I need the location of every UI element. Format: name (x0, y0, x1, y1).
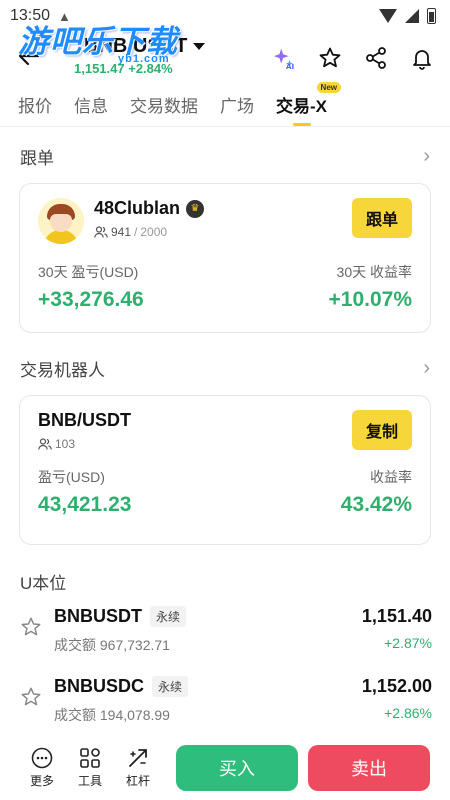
tab-trading-data[interactable]: 交易数据 (130, 84, 198, 126)
signal-icon (405, 9, 419, 23)
bot-pair: BNB/USDT (38, 410, 131, 430)
sell-button[interactable]: 卖出 (308, 745, 431, 791)
tab-info[interactable]: 信息 (74, 84, 108, 126)
u-margin-title: U本位 (20, 574, 67, 593)
leverage-icon (127, 747, 149, 769)
more-button[interactable]: 更多 (30, 747, 54, 789)
market-volume: 成交额 194,078.99 (54, 707, 170, 723)
bot-users-count: 103 (55, 437, 76, 451)
market-price: 1,152.00 (361, 676, 432, 696)
market-change: +2.86% (384, 705, 432, 721)
share-icon[interactable] (364, 46, 388, 70)
tab-bar: 报价 信息 交易数据 广场 交易-X New (0, 82, 450, 126)
ai-sparkle-icon[interactable]: AI (272, 46, 296, 71)
market-symbol: BNBUSDT (54, 606, 142, 626)
tools-button[interactable]: 工具 (78, 747, 102, 789)
bottom-action-bar: 更多 工具 杠杆 买入 卖出 (0, 736, 450, 800)
market-change: +2.87% (384, 635, 432, 651)
tools-grid-icon (79, 747, 101, 769)
copy-trader-card[interactable]: 48Clublan ♛ 941/2000 跟单 30天 盈亏(USD) 30天 … (19, 183, 431, 333)
market-volume: 成交额 967,732.71 (54, 637, 170, 653)
crown-badge-icon: ♛ (186, 199, 205, 218)
tab-trade-x[interactable]: 交易-X New (276, 82, 341, 126)
trading-bot-card[interactable]: BNB/USDT 103 复制 盈亏(USD) 收益率 43,421.23 43… (19, 395, 431, 545)
tools-label: 工具 (78, 774, 103, 788)
battery-icon (427, 8, 436, 24)
chevron-down-icon[interactable] (193, 42, 206, 50)
bell-icon[interactable] (410, 46, 434, 70)
bot-roi-label: 收益率 (370, 469, 412, 485)
perpetual-tag: 永续 (150, 606, 187, 627)
bot-pnl-label: 盈亏(USD) (38, 469, 105, 485)
tab-square[interactable]: 广场 (220, 84, 254, 126)
trading-bot-header[interactable]: 交易机器人 › (0, 351, 450, 385)
new-badge: New (316, 82, 341, 93)
star-outline-icon[interactable] (20, 616, 42, 638)
bot-roi-value: 43.42% (340, 493, 412, 516)
chevron-right-icon[interactable]: › (423, 357, 430, 380)
svg-text:AI: AI (286, 62, 295, 71)
market-price: 1,151.40 (361, 606, 432, 626)
tab-quotes[interactable]: 报价 (18, 84, 52, 126)
copy-trade-button[interactable]: 跟单 (352, 198, 412, 238)
bot-users: 103 (38, 437, 131, 451)
section-title: 交易机器人 (20, 360, 105, 380)
tab-trade-x-label: 交易-X (276, 97, 327, 116)
trader-name: 48Clublan (94, 198, 181, 218)
market-symbol: BNBUSDC (54, 676, 144, 696)
pnl-value: +33,276.46 (38, 288, 144, 311)
leverage-button[interactable]: 杠杆 (126, 747, 150, 789)
leverage-label: 杠杆 (126, 774, 151, 788)
more-label: 更多 (30, 774, 55, 788)
divider (0, 126, 450, 127)
buy-button[interactable]: 买入 (176, 745, 299, 791)
star-outline-icon[interactable] (20, 686, 42, 708)
market-row[interactable]: BNBUSDT 永续 成交额 967,732.71 1,151.40 +2.87… (0, 606, 450, 676)
more-dots-icon (31, 747, 53, 769)
section-title: 跟单 (20, 148, 54, 168)
copy-bot-button[interactable]: 复制 (352, 410, 412, 450)
people-icon (94, 226, 108, 238)
pnl-label: 30天 盈亏(USD) (38, 264, 139, 280)
chevron-right-icon[interactable]: › (423, 145, 430, 168)
followers-current: 941 (111, 225, 132, 239)
copy-trading-header[interactable]: 跟单 › (0, 139, 450, 173)
perpetual-tag: 永续 (152, 676, 189, 697)
bot-pnl-value: 43,421.23 (38, 493, 132, 516)
followers-max: 2000 (140, 225, 168, 239)
favorite-star-icon[interactable] (318, 46, 342, 70)
roi-label: 30天 收益率 (336, 264, 412, 280)
roi-value: +10.07% (328, 288, 413, 311)
people-icon (38, 438, 52, 450)
avatar (38, 198, 84, 244)
watermark-subtext: yb1.com (118, 53, 170, 65)
wifi-icon (379, 9, 397, 23)
follower-count: 941/2000 (94, 225, 204, 239)
